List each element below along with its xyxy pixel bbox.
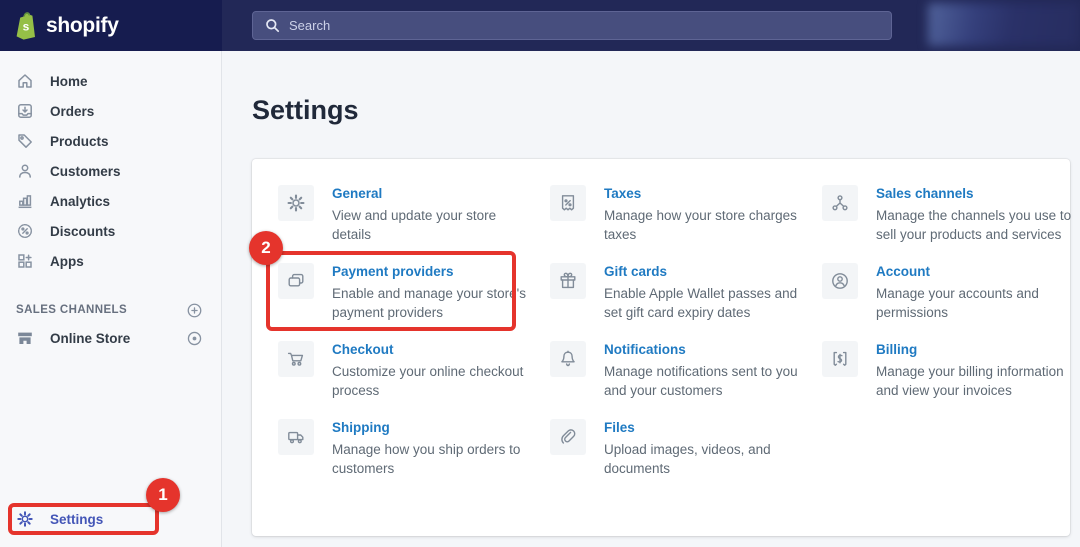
apps-grid-icon [16,252,34,270]
settings-desc-general: View and update your store details [332,207,536,244]
settings-item-billing[interactable]: Billing Manage your billing information … [822,341,1080,400]
settings-item-taxes[interactable]: Taxes Manage how your store charges taxe… [550,185,808,244]
sidebar-nav: Home Orders Products Customers Analytics [0,51,221,353]
storefront-icon [16,329,34,347]
sidebar-item-label: Home [50,74,88,89]
shopify-wordmark: shopify [46,14,119,38]
account-person-icon [822,263,858,299]
settings-link-notifications[interactable]: Notifications [604,341,808,359]
search-icon [265,18,280,33]
settings-link-sales-channels[interactable]: Sales channels [876,185,1080,203]
payment-cards-icon [278,263,314,299]
settings-item-notifications[interactable]: Notifications Manage notifications sent … [550,341,808,400]
settings-link-billing[interactable]: Billing [876,341,1080,359]
annotation-step-1-badge: 1 [146,478,180,512]
sidebar-item-label: Online Store [50,331,130,346]
settings-desc-billing: Manage your billing information and view… [876,363,1080,400]
eye-icon[interactable] [185,329,203,347]
home-icon [16,72,34,90]
settings-item-account[interactable]: Account Manage your accounts and permiss… [822,263,1080,322]
settings-item-payment-providers[interactable]: Payment providers Enable and manage your… [278,263,536,322]
settings-desc-files: Upload images, videos, and documents [604,441,808,478]
settings-link-shipping[interactable]: Shipping [332,419,536,437]
sales-channels-icon [822,185,858,221]
sidebar-item-analytics[interactable]: Analytics [0,186,221,216]
sidebar-item-label: Customers [50,164,121,179]
settings-desc-payment-providers: Enable and manage your store's payment p… [332,285,536,322]
settings-item-files[interactable]: Files Upload images, videos, and documen… [550,419,808,478]
settings-link-files[interactable]: Files [604,419,808,437]
sidebar-item-products[interactable]: Products [0,126,221,156]
sidebar-item-label: Apps [50,254,84,269]
sidebar-item-home[interactable]: Home [0,66,221,96]
paperclip-icon [550,419,586,455]
sidebar-item-online-store[interactable]: Online Store [0,323,221,353]
sidebar-item-discounts[interactable]: Discounts [0,216,221,246]
bell-icon [550,341,586,377]
sidebar: Home Orders Products Customers Analytics [0,51,222,547]
sidebar-item-label: Products [50,134,109,149]
sidebar-item-customers[interactable]: Customers [0,156,221,186]
settings-desc-gift-cards: Enable Apple Wallet passes and set gift … [604,285,808,322]
search-input[interactable]: Search [252,11,892,40]
settings-desc-account: Manage your accounts and permissions [876,285,1080,322]
settings-link-checkout[interactable]: Checkout [332,341,536,359]
settings-item-checkout[interactable]: Checkout Customize your online checkout … [278,341,536,400]
settings-item-shipping[interactable]: Shipping Manage how you ship orders to c… [278,419,536,478]
sidebar-item-label: Orders [50,104,94,119]
sidebar-item-settings[interactable]: Settings [0,503,170,535]
add-channel-icon[interactable] [185,301,203,319]
gear-icon [278,185,314,221]
gift-icon [550,263,586,299]
main-content: Settings General View and update your st… [223,51,1080,547]
settings-card: General View and update your store detai… [252,159,1070,536]
settings-desc-notifications: Manage notifications sent to you and you… [604,363,808,400]
settings-item-sales-channels[interactable]: Sales channels Manage the channels you u… [822,185,1080,244]
settings-desc-sales-channels: Manage the channels you use to sell your… [876,207,1080,244]
truck-icon [278,419,314,455]
sidebar-item-label: Settings [50,512,103,527]
sidebar-item-apps[interactable]: Apps [0,246,221,276]
analytics-bar-chart-icon [16,192,34,210]
sidebar-item-label: Discounts [50,224,115,239]
settings-grid: General View and update your store detai… [252,159,1070,498]
search-placeholder: Search [289,18,330,33]
sales-channels-header: SALES CHANNELS [0,297,221,323]
settings-gear-icon [16,510,34,528]
sales-channels-title: SALES CHANNELS [16,304,127,316]
settings-link-payment-providers[interactable]: Payment providers [332,263,536,281]
settings-desc-taxes: Manage how your store charges taxes [604,207,808,244]
products-tag-icon [16,132,34,150]
settings-link-general[interactable]: General [332,185,536,203]
settings-link-taxes[interactable]: Taxes [604,185,808,203]
topbar: s shopify Search [0,0,1080,51]
settings-item-general[interactable]: General View and update your store detai… [278,185,536,244]
customers-person-icon [16,162,34,180]
sidebar-item-label: Analytics [50,194,110,209]
settings-link-account[interactable]: Account [876,263,1080,281]
taxes-icon [550,185,586,221]
cart-icon [278,341,314,377]
sidebar-item-orders[interactable]: Orders [0,96,221,126]
svg-text:s: s [23,20,30,34]
settings-link-gift-cards[interactable]: Gift cards [604,263,808,281]
shopify-bag-icon: s [14,11,39,40]
orders-icon [16,102,34,120]
settings-item-gift-cards[interactable]: Gift cards Enable Apple Wallet passes an… [550,263,808,322]
annotation-step-2-badge: 2 [249,231,283,265]
settings-desc-shipping: Manage how you ship orders to customers [332,441,536,478]
billing-icon [822,341,858,377]
settings-desc-checkout: Customize your online checkout process [332,363,536,400]
store-account-badge-blurred[interactable] [928,3,1080,46]
discounts-percent-icon [16,222,34,240]
page-title: Settings [252,95,1080,126]
shopify-logo[interactable]: s shopify [0,0,222,51]
